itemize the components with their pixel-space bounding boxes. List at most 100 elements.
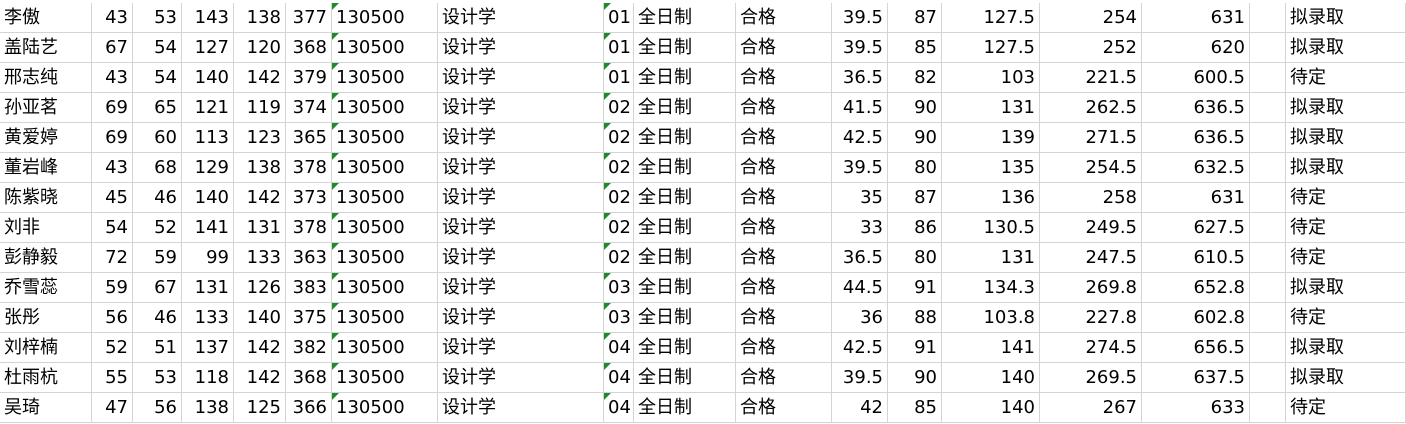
cell-f2[interactable]: 91 xyxy=(888,273,942,303)
cell-f4[interactable]: 254.5 xyxy=(1040,153,1142,183)
cell-mode[interactable]: 全日制 xyxy=(634,303,736,333)
cell-s2[interactable]: 53 xyxy=(133,3,182,33)
cell-result[interactable]: 合格 xyxy=(736,123,832,153)
cell-f4[interactable]: 227.8 xyxy=(1040,303,1142,333)
cell-s4[interactable]: 131 xyxy=(234,213,286,243)
cell-name[interactable]: 乔雪蕊 xyxy=(0,273,92,303)
cell-code[interactable]: 130500 xyxy=(332,93,438,123)
cell-s3[interactable]: 143 xyxy=(182,3,234,33)
cell-major[interactable]: 设计学 xyxy=(438,273,604,303)
cell-f4[interactable]: 249.5 xyxy=(1040,213,1142,243)
cell-s4[interactable]: 120 xyxy=(234,33,286,63)
cell-status[interactable]: 拟录取 xyxy=(1286,153,1406,183)
cell-blank[interactable] xyxy=(1250,363,1286,393)
cell-final[interactable]: 627.5 xyxy=(1142,213,1250,243)
cell-f1[interactable]: 39.5 xyxy=(832,33,888,63)
cell-name[interactable]: 黄爱婷 xyxy=(0,123,92,153)
cell-status[interactable]: 待定 xyxy=(1286,63,1406,93)
cell-total[interactable]: 368 xyxy=(286,33,332,63)
cell-f1[interactable]: 39.5 xyxy=(832,363,888,393)
cell-major[interactable]: 设计学 xyxy=(438,123,604,153)
cell-final[interactable]: 602.8 xyxy=(1142,303,1250,333)
cell-f4[interactable]: 221.5 xyxy=(1040,63,1142,93)
cell-final[interactable]: 631 xyxy=(1142,183,1250,213)
cell-total[interactable]: 366 xyxy=(286,393,332,423)
cell-f3[interactable]: 140 xyxy=(942,393,1040,423)
cell-s4[interactable]: 119 xyxy=(234,93,286,123)
cell-f3[interactable]: 139 xyxy=(942,123,1040,153)
cell-final[interactable]: 620 xyxy=(1142,33,1250,63)
cell-f1[interactable]: 36.5 xyxy=(832,243,888,273)
cell-dir[interactable]: 04 xyxy=(604,393,634,423)
cell-result[interactable]: 合格 xyxy=(736,3,832,33)
cell-major[interactable]: 设计学 xyxy=(438,183,604,213)
cell-f1[interactable]: 39.5 xyxy=(832,3,888,33)
cell-major[interactable]: 设计学 xyxy=(438,153,604,183)
cell-mode[interactable]: 全日制 xyxy=(634,123,736,153)
cell-result[interactable]: 合格 xyxy=(736,333,832,363)
cell-f2[interactable]: 88 xyxy=(888,303,942,333)
cell-mode[interactable]: 全日制 xyxy=(634,393,736,423)
cell-dir[interactable]: 01 xyxy=(604,33,634,63)
cell-s2[interactable]: 53 xyxy=(133,363,182,393)
cell-dir[interactable]: 02 xyxy=(604,153,634,183)
cell-f2[interactable]: 80 xyxy=(888,153,942,183)
cell-total[interactable]: 363 xyxy=(286,243,332,273)
cell-name[interactable]: 孙亚茗 xyxy=(0,93,92,123)
cell-s2[interactable]: 46 xyxy=(133,303,182,333)
cell-s4[interactable]: 140 xyxy=(234,303,286,333)
cell-f2[interactable]: 85 xyxy=(888,33,942,63)
cell-f3[interactable]: 127.5 xyxy=(942,3,1040,33)
cell-f1[interactable]: 39.5 xyxy=(832,153,888,183)
cell-total[interactable]: 378 xyxy=(286,213,332,243)
cell-s3[interactable]: 127 xyxy=(182,33,234,63)
cell-status[interactable]: 拟录取 xyxy=(1286,3,1406,33)
cell-major[interactable]: 设计学 xyxy=(438,63,604,93)
cell-name[interactable]: 张彤 xyxy=(0,303,92,333)
cell-dir[interactable]: 02 xyxy=(604,123,634,153)
cell-dir[interactable]: 01 xyxy=(604,3,634,33)
cell-name[interactable]: 吴琦 xyxy=(0,393,92,423)
cell-total[interactable]: 378 xyxy=(286,153,332,183)
cell-s1[interactable]: 47 xyxy=(92,393,133,423)
cell-s3[interactable]: 129 xyxy=(182,153,234,183)
cell-name[interactable]: 盖陆艺 xyxy=(0,33,92,63)
cell-mode[interactable]: 全日制 xyxy=(634,213,736,243)
cell-result[interactable]: 合格 xyxy=(736,363,832,393)
cell-s4[interactable]: 125 xyxy=(234,393,286,423)
cell-total[interactable]: 365 xyxy=(286,123,332,153)
cell-s2[interactable]: 56 xyxy=(133,393,182,423)
cell-code[interactable]: 130500 xyxy=(332,213,438,243)
cell-dir[interactable]: 02 xyxy=(604,243,634,273)
cell-status[interactable]: 拟录取 xyxy=(1286,273,1406,303)
cell-f3[interactable]: 103 xyxy=(942,63,1040,93)
cell-s1[interactable]: 43 xyxy=(92,3,133,33)
cell-s1[interactable]: 55 xyxy=(92,363,133,393)
cell-f2[interactable]: 91 xyxy=(888,333,942,363)
cell-name[interactable]: 陈紫晓 xyxy=(0,183,92,213)
cell-blank[interactable] xyxy=(1250,93,1286,123)
cell-s1[interactable]: 45 xyxy=(92,183,133,213)
cell-code[interactable]: 130500 xyxy=(332,183,438,213)
cell-f2[interactable]: 87 xyxy=(888,183,942,213)
cell-s3[interactable]: 138 xyxy=(182,393,234,423)
cell-f1[interactable]: 41.5 xyxy=(832,93,888,123)
cell-f3[interactable]: 130.5 xyxy=(942,213,1040,243)
cell-s1[interactable]: 56 xyxy=(92,303,133,333)
cell-dir[interactable]: 04 xyxy=(604,363,634,393)
cell-f2[interactable]: 86 xyxy=(888,213,942,243)
cell-f2[interactable]: 82 xyxy=(888,63,942,93)
cell-final[interactable]: 637.5 xyxy=(1142,363,1250,393)
cell-f3[interactable]: 127.5 xyxy=(942,33,1040,63)
cell-f4[interactable]: 258 xyxy=(1040,183,1142,213)
cell-total[interactable]: 368 xyxy=(286,363,332,393)
cell-f3[interactable]: 131 xyxy=(942,243,1040,273)
cell-s2[interactable]: 51 xyxy=(133,333,182,363)
cell-result[interactable]: 合格 xyxy=(736,183,832,213)
cell-total[interactable]: 375 xyxy=(286,303,332,333)
cell-major[interactable]: 设计学 xyxy=(438,333,604,363)
cell-result[interactable]: 合格 xyxy=(736,33,832,63)
cell-final[interactable]: 610.5 xyxy=(1142,243,1250,273)
cell-s2[interactable]: 54 xyxy=(133,33,182,63)
cell-code[interactable]: 130500 xyxy=(332,63,438,93)
